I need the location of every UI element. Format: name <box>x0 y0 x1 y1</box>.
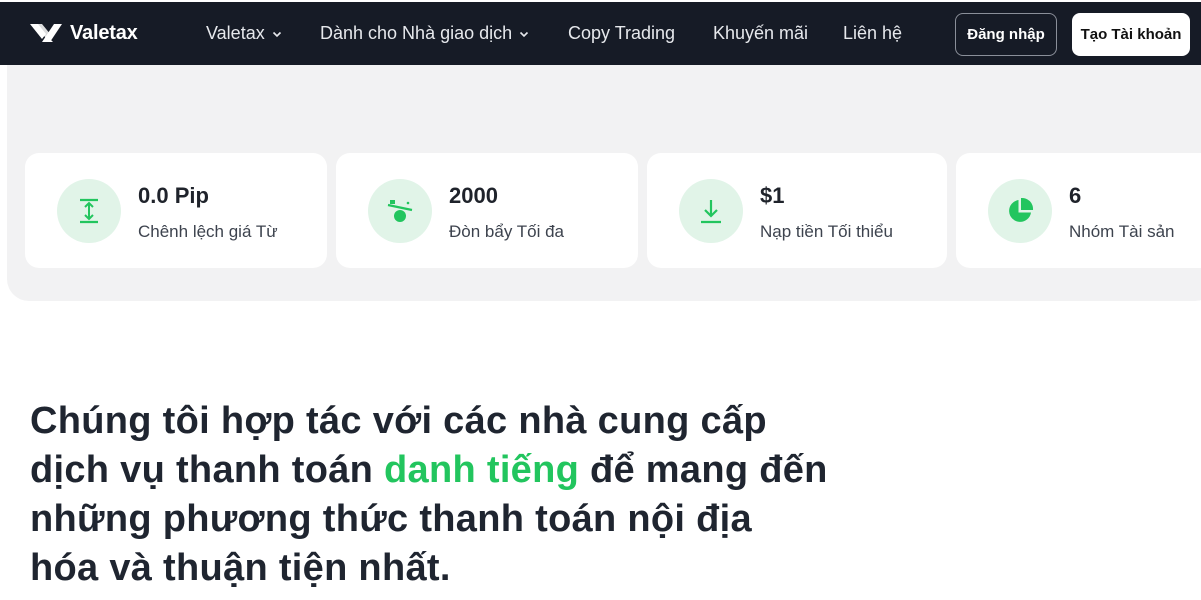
stat-card-assets: 6 Nhóm Tài sản <box>956 153 1201 268</box>
stat-value: 2000 <box>449 183 498 208</box>
login-button[interactable]: Đăng nhập <box>955 13 1057 56</box>
stat-icon-wrap <box>57 179 121 243</box>
nav-item-label: Khuyến mãi <box>713 23 809 43</box>
top-navbar: Valetax Valetax Dành cho Nhà giao dịch C… <box>0 0 1201 65</box>
nav-item-label: Liên hệ <box>843 23 903 43</box>
nav-item-label: Copy Trading <box>568 23 676 43</box>
stat-icon-wrap <box>988 179 1052 243</box>
headline-highlight: danh tiếng <box>384 449 580 491</box>
chevron-down-icon <box>520 31 529 37</box>
spread-arrows-icon <box>80 198 98 224</box>
valetax-logo-icon <box>30 24 62 42</box>
stat-value: $1 <box>760 183 785 208</box>
nav-item-traders[interactable]: Dành cho Nhà giao dịch <box>320 23 529 44</box>
nav-item-promotions[interactable]: Khuyến mãi <box>713 23 808 44</box>
stat-label: Chênh lệch giá Từ <box>138 222 278 241</box>
nav-item-contact[interactable]: Liên hệ <box>843 23 902 44</box>
stat-card-leverage: 2000 Đòn bẩy Tối đa <box>336 153 638 268</box>
nav-item-valetax[interactable]: Valetax <box>206 23 282 44</box>
nav-item-copy-trading[interactable]: Copy Trading <box>568 23 675 44</box>
stat-label: Nhóm Tài sản <box>1069 222 1175 241</box>
download-arrow-icon <box>701 200 721 224</box>
stat-label: Nạp tiền Tối thiểu <box>760 222 893 241</box>
stat-card-spread: 0.0 Pip Chênh lệch giá Từ <box>25 153 327 268</box>
pie-chart-icon <box>1009 197 1034 222</box>
stat-label: Đòn bẩy Tối đa <box>449 222 564 241</box>
brand-name: Valetax <box>70 21 138 44</box>
nav-item-label: Dành cho Nhà giao dịch <box>320 23 513 43</box>
stat-icon-wrap <box>368 179 432 243</box>
payment-partners-headline: Chúng tôi hợp tác với các nhà cung cấp d… <box>30 397 830 593</box>
stat-value: 6 <box>1069 183 1082 208</box>
create-account-button[interactable]: Tạo Tài khoản <box>1072 13 1190 56</box>
chevron-down-icon <box>272 31 281 37</box>
leverage-seesaw-icon <box>387 200 413 222</box>
brand-logo[interactable]: Valetax <box>29 21 138 45</box>
stat-card-deposit: $1 Nạp tiền Tối thiểu <box>647 153 947 268</box>
stat-value: 0.0 Pip <box>138 183 209 208</box>
stat-icon-wrap <box>679 179 743 243</box>
nav-item-label: Valetax <box>206 23 265 43</box>
